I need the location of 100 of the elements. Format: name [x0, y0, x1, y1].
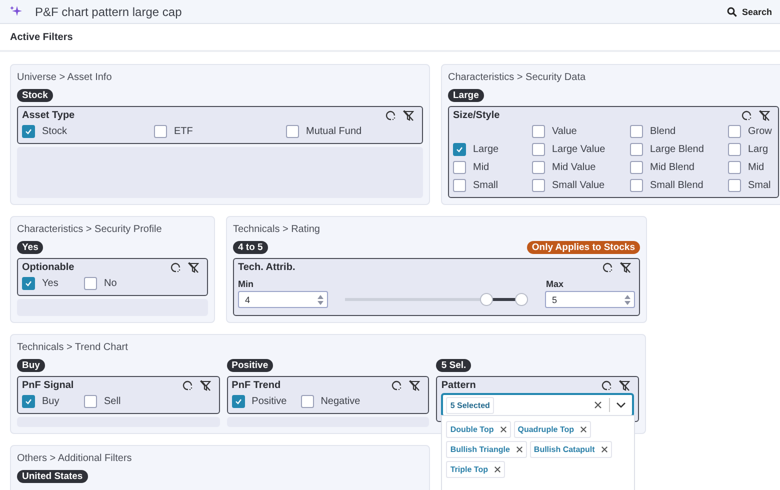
checkbox-option[interactable]: Stock [22, 123, 154, 139]
remove-icon[interactable] [516, 446, 523, 453]
checkbox[interactable] [532, 160, 545, 174]
checkbox-option[interactable]: Smal [728, 177, 776, 193]
stepper-icon[interactable] [624, 294, 631, 306]
checkbox-option[interactable]: Mid Value [532, 159, 630, 175]
checkbox-option[interactable]: Buy [22, 393, 70, 409]
checkbox-option[interactable]: Mid [453, 159, 532, 175]
checkmark-icon [25, 398, 32, 404]
checkbox[interactable] [84, 276, 97, 290]
checkbox[interactable] [728, 160, 741, 174]
checkbox[interactable] [630, 124, 643, 138]
clear-filter-icon[interactable] [409, 380, 420, 391]
clear-filter-icon[interactable] [403, 110, 414, 121]
checkmark-icon [25, 280, 32, 286]
slider-thumb[interactable] [515, 293, 528, 306]
checkbox[interactable] [532, 178, 545, 192]
checkbox-option[interactable]: Larg [728, 141, 776, 157]
remove-icon[interactable] [494, 466, 501, 473]
card-title: Universe > Asset Info [17, 72, 113, 83]
selected-tag[interactable]: Bullish Catapult [530, 441, 612, 458]
checkbox-option[interactable]: Large Blend [630, 141, 728, 157]
checkbox[interactable] [630, 178, 643, 192]
checkbox-option[interactable]: Large Value [532, 141, 630, 157]
card-title: Characteristics > Security Profile [17, 224, 163, 235]
checkbox[interactable] [532, 124, 545, 138]
group-title: Pattern [441, 380, 476, 391]
selection-count: 5 Selected [446, 396, 494, 414]
checkbox[interactable] [453, 160, 466, 174]
selected-tag[interactable]: Bullish Triangle [446, 441, 527, 458]
checkbox[interactable] [728, 142, 741, 156]
checkbox-option[interactable]: Grow [728, 123, 776, 139]
value-badge: Large [448, 89, 484, 102]
value-badge: Buy [17, 359, 45, 372]
checkbox-option[interactable]: Small [453, 177, 532, 193]
remove-icon[interactable] [580, 426, 588, 433]
min-input[interactable]: 4 [238, 291, 328, 308]
checkbox-option[interactable]: Negative [300, 393, 360, 409]
clear-filter-icon[interactable] [759, 110, 770, 121]
checkbox[interactable] [630, 142, 643, 156]
reset-icon[interactable] [385, 110, 396, 121]
checkbox-option[interactable]: ETF [154, 123, 286, 139]
checkbox[interactable] [728, 124, 741, 138]
clear-icon[interactable] [594, 401, 602, 409]
checkbox[interactable] [453, 142, 466, 156]
sparkle-icon [10, 5, 23, 18]
checkbox-option[interactable]: Mutual Fund [286, 123, 418, 139]
checkbox[interactable] [154, 124, 167, 138]
clear-filter-icon[interactable] [200, 380, 211, 391]
clear-filter-icon[interactable] [620, 262, 631, 273]
chevron-down-icon[interactable] [616, 402, 626, 408]
remove-icon[interactable] [500, 426, 507, 433]
checkbox[interactable] [22, 394, 35, 408]
reset-icon[interactable] [741, 110, 752, 121]
checkbox-option[interactable]: Sell [84, 393, 132, 409]
selected-tag[interactable]: Triple Top [446, 461, 505, 478]
checkmark-icon [25, 128, 32, 134]
reset-icon[interactable] [602, 262, 613, 273]
clear-filter-icon[interactable] [619, 380, 630, 391]
slider-thumb[interactable] [480, 293, 493, 306]
reset-icon[interactable] [601, 380, 612, 391]
checkbox[interactable] [728, 178, 741, 192]
checkbox-option[interactable]: Small Value [532, 177, 630, 193]
checkbox[interactable] [286, 124, 299, 138]
clear-filter-icon[interactable] [188, 262, 199, 273]
checkmark-icon [456, 146, 463, 152]
checkbox[interactable] [300, 394, 314, 408]
selected-tag[interactable]: Double Top [446, 421, 511, 438]
checkbox-option[interactable]: Mid [728, 159, 776, 175]
checkbox-option[interactable]: Value [532, 123, 630, 139]
group-title: Size/Style [453, 110, 500, 121]
value-badge: Yes [17, 241, 44, 254]
checkbox[interactable] [453, 178, 466, 192]
checkbox-option[interactable]: Positive [232, 393, 287, 409]
selected-tag[interactable]: Quadruple Top [514, 421, 592, 438]
checkbox-option[interactable]: Yes [22, 275, 70, 291]
reset-icon[interactable] [391, 380, 402, 391]
screen-title: P&F chart pattern large cap [35, 4, 183, 18]
checkbox-option[interactable]: Small Blend [630, 177, 728, 193]
checkbox-option[interactable]: Large [453, 141, 532, 157]
card-title: Technicals > Trend Chart [17, 342, 129, 353]
reset-icon[interactable] [170, 262, 181, 273]
max-input[interactable]: 5 [545, 291, 635, 308]
checkbox[interactable] [22, 124, 35, 138]
checkbox[interactable] [232, 394, 245, 408]
search-button[interactable]: Search [726, 6, 772, 16]
checkbox[interactable] [630, 160, 643, 174]
checkbox[interactable] [84, 394, 97, 408]
remove-icon[interactable] [600, 446, 608, 453]
checkbox-option[interactable]: No [84, 275, 132, 291]
checkbox-option[interactable]: Mid Blend [630, 159, 728, 175]
section-heading: Active Filters [10, 32, 73, 42]
stepper-icon[interactable] [317, 294, 324, 306]
checkbox[interactable] [532, 142, 545, 156]
card-title: Others > Additional Filters [17, 453, 133, 464]
checkbox[interactable] [22, 276, 35, 290]
reset-icon[interactable] [182, 380, 193, 391]
value-badge: Stock [17, 89, 53, 102]
group-title: PnF Signal [22, 380, 74, 391]
checkbox-option[interactable]: Blend [630, 123, 728, 139]
